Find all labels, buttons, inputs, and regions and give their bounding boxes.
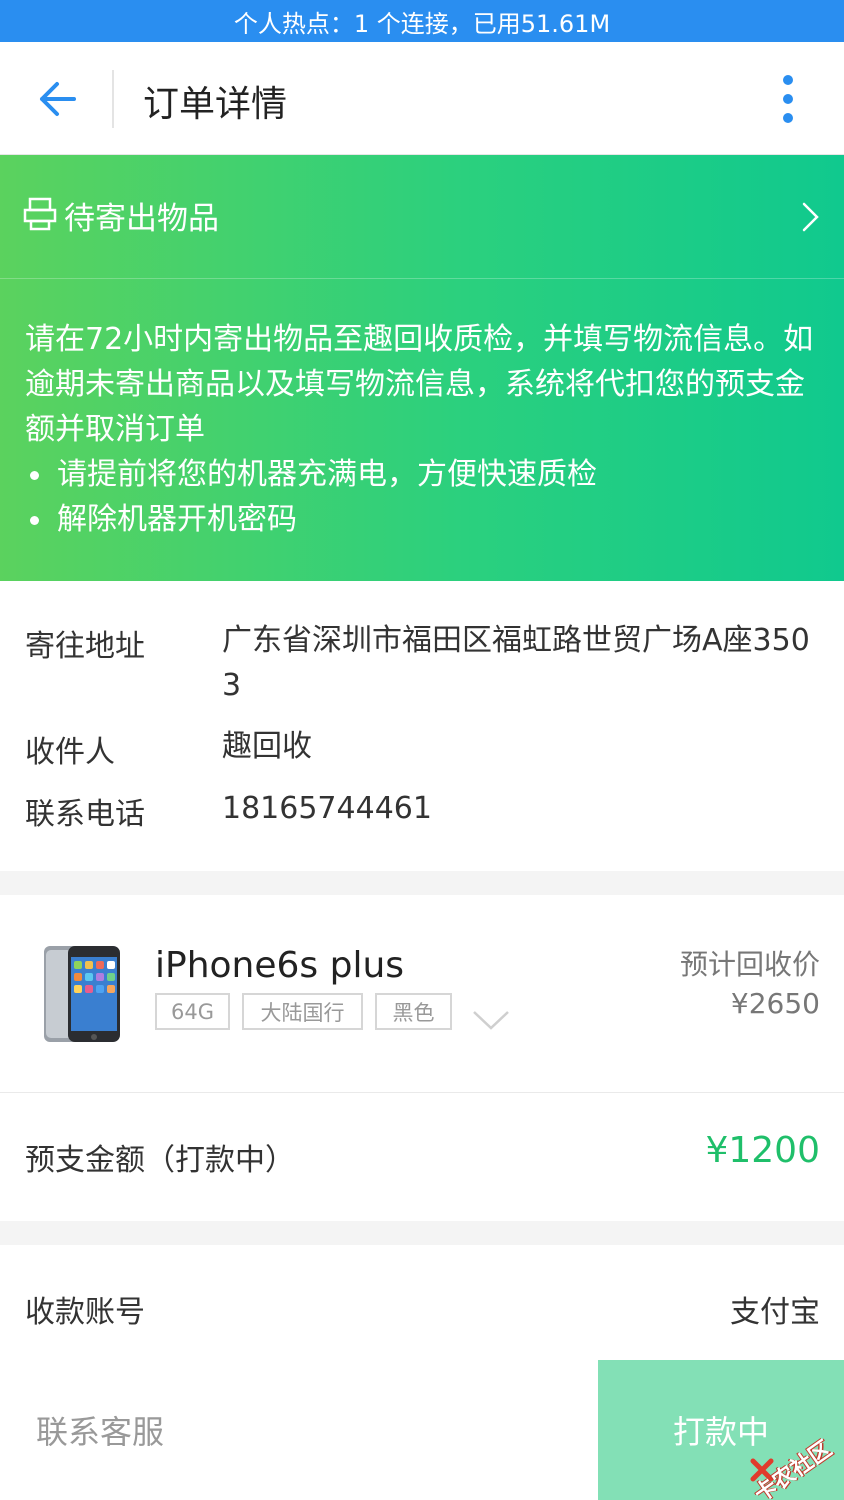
product-tag-color: 黑色 bbox=[375, 993, 452, 1030]
back-button[interactable] bbox=[22, 64, 92, 134]
address-label: 寄往地址 bbox=[25, 629, 145, 664]
phone-image bbox=[44, 946, 120, 1042]
pending-status-label: 待寄出物品 bbox=[64, 201, 219, 237]
product-tag-storage: 64G bbox=[155, 993, 230, 1030]
order-status-panel: 待寄出物品 请在72小时内寄出物品至趣回收质检，并填写物流信息。如逾期未寄出商品… bbox=[0, 155, 844, 581]
phone-label: 联系电话 bbox=[25, 797, 145, 832]
arrow-left-icon bbox=[40, 82, 76, 116]
page-title: 订单详情 bbox=[143, 84, 288, 125]
phone-value[interactable]: 18165744461 bbox=[222, 786, 822, 831]
app-bar: 订单详情 bbox=[0, 42, 844, 155]
prepay-label: 预支金额（打款中） bbox=[25, 1143, 295, 1178]
printer-icon bbox=[23, 197, 57, 231]
pending-status-row[interactable]: 待寄出物品 bbox=[0, 155, 844, 279]
address-value: 广东省深圳市福田区福虹路世贸广场A座3503 bbox=[222, 623, 810, 703]
more-options-button[interactable] bbox=[762, 70, 814, 128]
account-value: 支付宝 bbox=[730, 1295, 820, 1330]
chevron-right-icon bbox=[802, 202, 819, 232]
estimate-price-label: 预计回收价 bbox=[679, 948, 820, 981]
contact-support-button[interactable]: 联系客服 bbox=[0, 1360, 598, 1500]
estimate-price-value: ¥2650 bbox=[730, 987, 820, 1020]
product-name: iPhone6s plus bbox=[155, 945, 405, 986]
more-vertical-icon bbox=[783, 75, 793, 85]
status-bar: 个人热点：1 个连接，已用51.61M bbox=[0, 0, 844, 42]
account-label: 收款账号 bbox=[25, 1295, 145, 1330]
shipping-info-card: 寄往地址 广东省深圳市福田区福虹路世贸广场A座3503 收件人 趣回收 联系电话… bbox=[0, 581, 844, 871]
shipping-notice: 请在72小时内寄出物品至趣回收质检，并填写物流信息。如逾期未寄出商品以及填写物流… bbox=[25, 317, 825, 542]
payment-status-label: 打款中 bbox=[672, 1413, 769, 1451]
notice-main-text: 请在72小时内寄出物品至趣回收质检，并填写物流信息。如逾期未寄出商品以及填写物流… bbox=[25, 322, 814, 447]
app-bar-divider bbox=[112, 70, 114, 128]
recipient-label: 收件人 bbox=[25, 735, 115, 770]
bottom-action-bar: 联系客服 打款中 卡农社区 bbox=[0, 1360, 844, 1500]
prepay-amount: ¥1200 bbox=[705, 1130, 820, 1171]
product-card: iPhone6s plus 64G 大陆国行 黑色 预计回收价 ¥2650 bbox=[0, 895, 844, 1093]
notice-bullet-password: 解除机器开机密码 bbox=[25, 497, 825, 542]
chevron-down-icon[interactable] bbox=[472, 1009, 510, 1031]
product-tag-region: 大陆国行 bbox=[242, 993, 363, 1030]
prepay-card: 预支金额（打款中） ¥1200 bbox=[0, 1093, 844, 1221]
notice-bullet-charge: 请提前将您的机器充满电，方便快速质检 bbox=[25, 452, 825, 497]
recipient-value: 趣回收 bbox=[222, 729, 312, 764]
payment-status-button[interactable]: 打款中 卡农社区 bbox=[598, 1360, 844, 1500]
status-bar-text: 个人热点：1 个连接，已用51.61M bbox=[233, 9, 611, 38]
